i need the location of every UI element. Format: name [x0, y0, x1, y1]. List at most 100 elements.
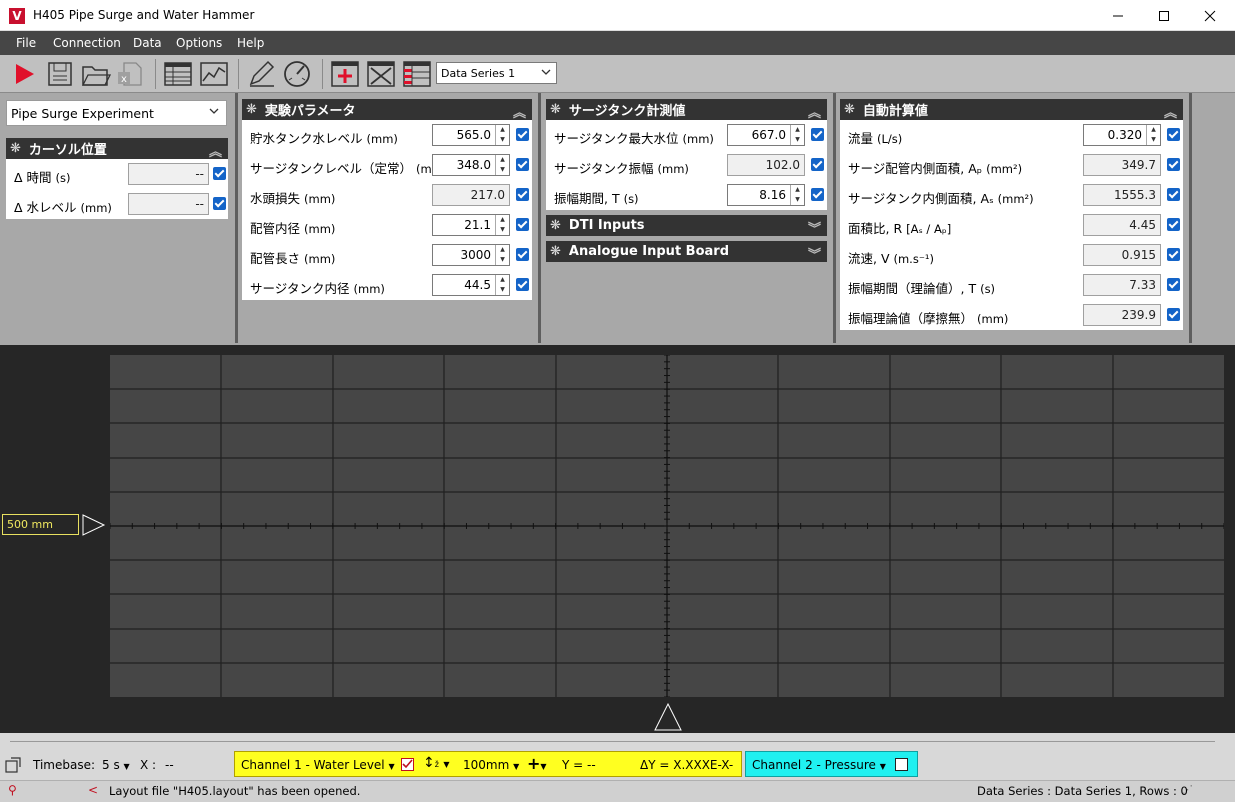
collapse-icon[interactable]: ︽	[209, 141, 222, 160]
timebase-select[interactable]: 5 s ▼	[102, 758, 130, 772]
delta-time-checkbox[interactable]	[213, 167, 226, 180]
max-level-input[interactable]: 667.0 ▲ ▼	[727, 124, 805, 146]
tank-area-value: 1555.3	[1083, 184, 1161, 206]
spin-buttons[interactable]: ▲ ▼	[495, 275, 509, 295]
menu-connection[interactable]: Connection	[53, 36, 121, 50]
menu-file[interactable]: File	[16, 36, 36, 50]
channel-1-visible-checkbox[interactable]	[401, 758, 414, 771]
pipe-length-input[interactable]: 3000 ▲ ▼	[432, 244, 510, 266]
open-button[interactable]	[80, 58, 112, 90]
measured-checkbox[interactable]	[811, 158, 824, 171]
amplitude-value: 102.0	[727, 154, 805, 176]
period-input[interactable]: 8.16 ▲ ▼	[727, 184, 805, 206]
row-label: 流量	[848, 131, 874, 146]
cursor-panel-header[interactable]: ❋ カーソル位置 ︽	[6, 138, 228, 160]
experiment-params-header[interactable]: ❋ 実験パラメータ ︽	[242, 99, 532, 121]
param-checkbox[interactable]	[516, 218, 529, 231]
flow-rate-input[interactable]: 0.320 ▲ ▼	[1083, 124, 1161, 146]
table-view-button[interactable]	[162, 58, 194, 90]
calc-checkbox[interactable]	[1167, 248, 1180, 261]
add-series-button[interactable]	[329, 58, 361, 90]
channel-1-range-select[interactable]: 100mm ▼	[463, 758, 519, 772]
menu-help[interactable]: Help	[237, 36, 264, 50]
expand-icon[interactable]: ︾	[808, 244, 821, 263]
channel-2-select[interactable]: Channel 2 - Pressure ▼	[752, 758, 886, 772]
surge-measured-header[interactable]: ❋ サージタンク計測値 ︽	[546, 99, 827, 121]
export-excel-button[interactable]: x	[114, 58, 146, 90]
popout-icon[interactable]	[5, 757, 21, 773]
calc-checkbox[interactable]	[1167, 128, 1180, 141]
series-table-icon	[403, 61, 431, 87]
collapse-icon[interactable]: ︽	[1164, 102, 1177, 121]
spin-buttons[interactable]: ▲ ▼	[495, 155, 509, 175]
param-checkbox[interactable]	[516, 248, 529, 261]
param-checkbox[interactable]	[516, 188, 529, 201]
graph-view-button[interactable]	[198, 58, 230, 90]
timebase-label: Timebase:	[33, 758, 96, 772]
analogue-board-header[interactable]: ❋ Analogue Input Board ︾	[546, 241, 827, 263]
experiment-select[interactable]: Pipe Surge Experiment	[6, 100, 227, 126]
edit-button[interactable]	[245, 58, 277, 90]
resize-grip-icon[interactable]: ⋰	[1182, 783, 1193, 796]
menu-data[interactable]: Data	[133, 36, 162, 50]
param-checkbox[interactable]	[516, 128, 529, 141]
spin-buttons[interactable]: ▲ ▼	[790, 125, 804, 145]
channel-1-select[interactable]: Channel 1 - Water Level ▼	[241, 758, 395, 772]
dti-inputs-header[interactable]: ❋ DTI Inputs ︾	[546, 215, 827, 237]
channel-2-visible-checkbox[interactable]	[895, 758, 908, 771]
calc-row: サージ配管内側面積, Aₚ (mm²) 349.7	[840, 150, 1183, 180]
series-properties-button[interactable]	[401, 58, 433, 90]
param-checkbox[interactable]	[516, 278, 529, 291]
calc-checkbox[interactable]	[1167, 158, 1180, 171]
row-label: 面積比, R	[848, 221, 903, 236]
row-unit: (m.s⁻¹)	[893, 252, 934, 266]
delta-level-checkbox[interactable]	[213, 197, 226, 210]
expand-icon[interactable]: ︾	[808, 218, 821, 237]
row-unit: (s)	[623, 192, 639, 206]
measured-checkbox[interactable]	[811, 128, 824, 141]
calc-checkbox[interactable]	[1167, 218, 1180, 231]
calc-checkbox[interactable]	[1167, 188, 1180, 201]
spin-buttons[interactable]: ▲ ▼	[495, 245, 509, 265]
calc-checkbox[interactable]	[1167, 308, 1180, 321]
scale-icon[interactable]: ↕ž ▼	[423, 755, 450, 771]
param-checkbox[interactable]	[516, 158, 529, 171]
time-marker-arrow-icon[interactable]	[653, 703, 683, 731]
spin-buttons[interactable]: ▲ ▼	[495, 125, 509, 145]
maximize-button[interactable]	[1141, 0, 1187, 31]
plot-grid[interactable]	[110, 355, 1224, 697]
spin-buttons[interactable]: ▲ ▼	[495, 215, 509, 235]
toolbar-separator	[238, 59, 239, 89]
auto-calc-header[interactable]: ❋ 自動計算値 ︽	[840, 99, 1183, 121]
save-button[interactable]	[44, 58, 76, 90]
close-button[interactable]	[1187, 0, 1233, 31]
data-series-select[interactable]: Data Series 1	[436, 62, 557, 84]
window-title: H405 Pipe Surge and Water Hammer	[33, 8, 255, 22]
reservoir-level-input[interactable]: 565.0 ▲ ▼	[432, 124, 510, 146]
row-label: サージ配管内側面積, Aₚ	[848, 161, 983, 176]
row-label: サージタンクレベル（定常）	[250, 161, 413, 176]
level-marker-arrow-icon[interactable]	[82, 514, 106, 536]
minimize-button[interactable]	[1095, 0, 1141, 31]
level-marker-label[interactable]: 500 mm	[2, 514, 79, 535]
calibrate-button[interactable]	[281, 58, 313, 90]
share-icon: <	[88, 783, 99, 797]
calc-checkbox[interactable]	[1167, 278, 1180, 291]
measured-checkbox[interactable]	[811, 188, 824, 201]
calc-row: 振幅理論値（摩擦無） (mm) 239.9	[840, 300, 1183, 330]
cursor-crosshair-icon[interactable]: +▼	[527, 754, 547, 773]
menu-options[interactable]: Options	[176, 36, 222, 50]
spin-buttons[interactable]: ▲ ▼	[790, 185, 804, 205]
delete-series-button[interactable]	[365, 58, 397, 90]
measured-row: 振幅期間, T (s) 8.16 ▲ ▼	[546, 180, 827, 210]
surge-tank-diameter-input[interactable]: 44.5 ▲ ▼	[432, 274, 510, 296]
surge-level-input[interactable]: 348.0 ▲ ▼	[432, 154, 510, 176]
run-button[interactable]	[8, 58, 40, 90]
collapse-icon[interactable]: ︽	[513, 102, 526, 121]
pipe-diameter-input[interactable]: 21.1 ▲ ▼	[432, 214, 510, 236]
toolbar-separator	[322, 59, 323, 89]
collapse-icon[interactable]: ︽	[808, 102, 821, 121]
spin-buttons[interactable]: ▲ ▼	[1146, 125, 1160, 145]
row-unit: [Aₛ / Aₚ]	[906, 222, 952, 236]
row-label: サージタンク内側面積, Aₛ	[848, 191, 994, 206]
